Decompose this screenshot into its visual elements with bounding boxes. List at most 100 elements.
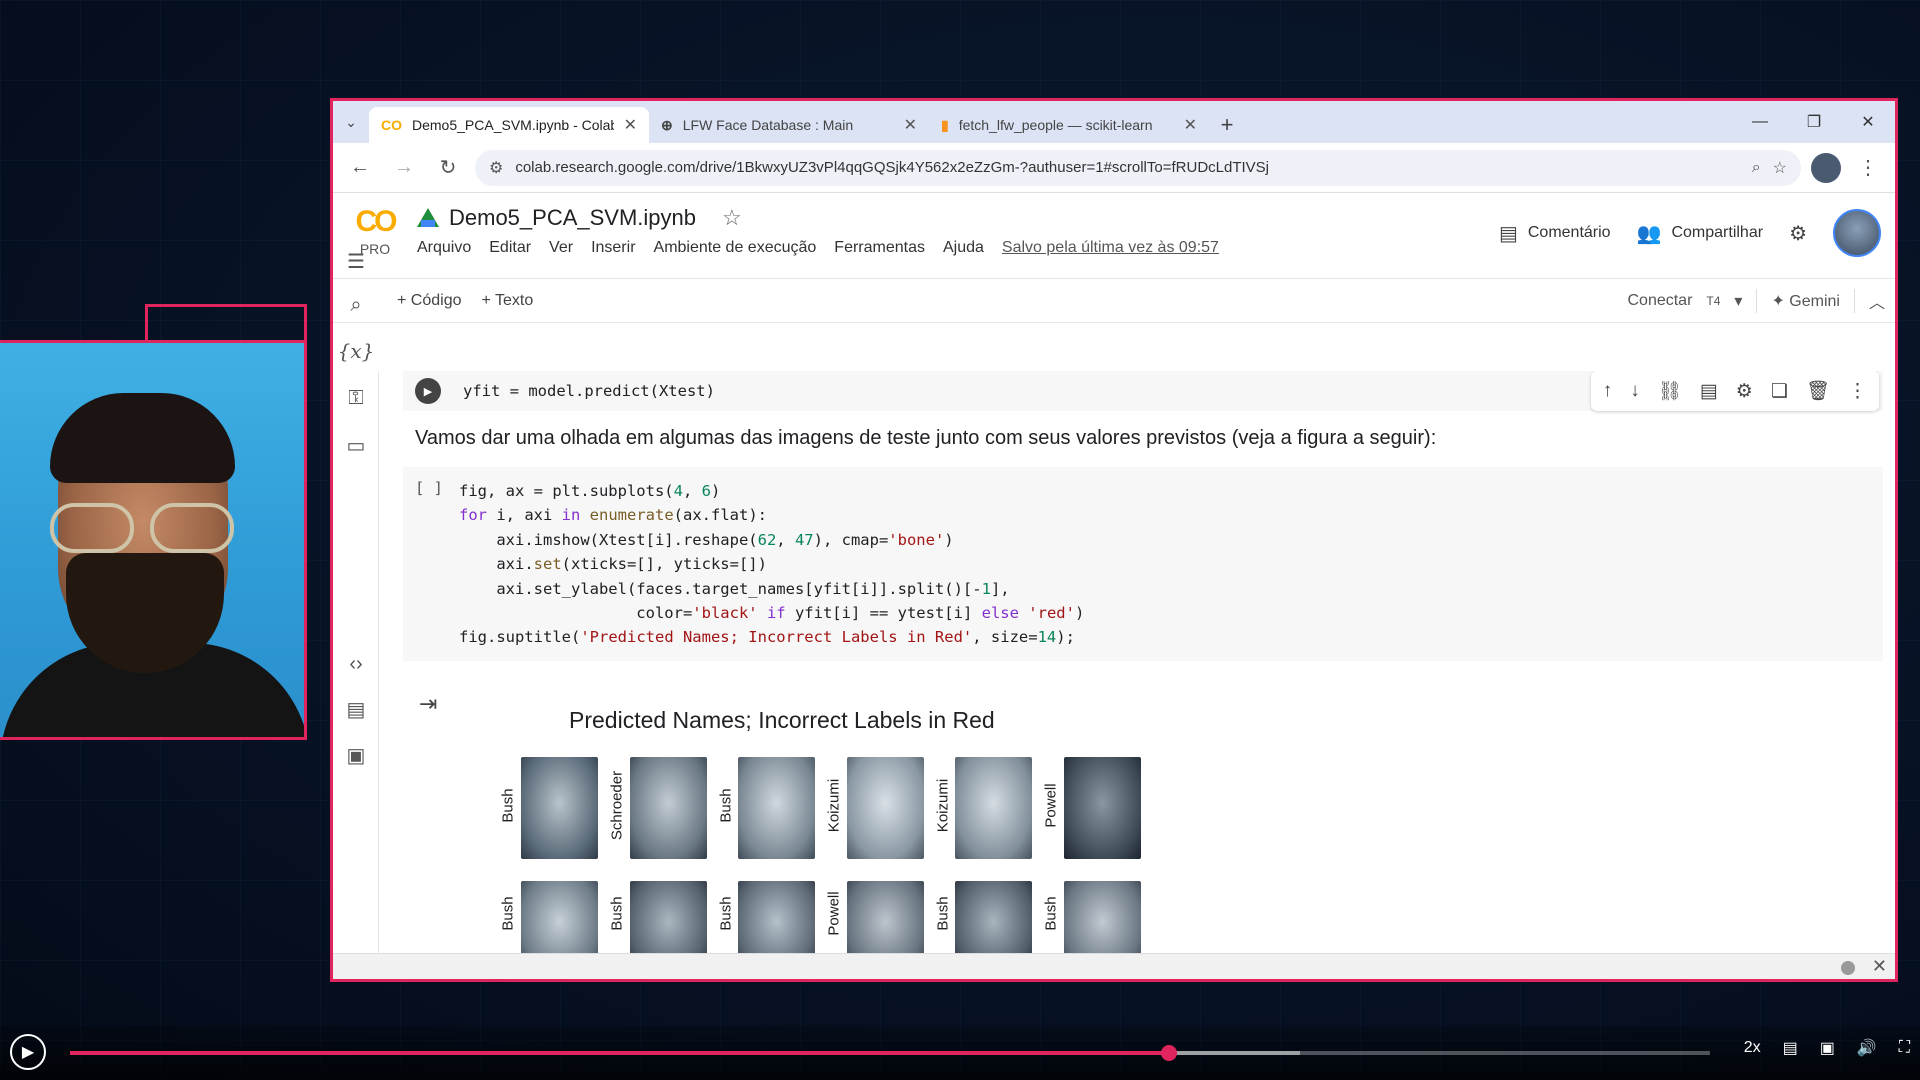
execution-count: [ ] — [415, 479, 443, 497]
settings-gear-icon[interactable]: ⚙ — [1789, 221, 1807, 246]
variables-icon[interactable]: {x} — [333, 339, 379, 363]
code-lines: fig, ax = plt.subplots(4, 6) for i, axi … — [459, 482, 1085, 647]
code-snippets-icon[interactable]: ‹› — [333, 653, 379, 676]
forward-arrow-icon[interactable]: → — [387, 151, 421, 185]
seek-bar[interactable] — [70, 1045, 1710, 1061]
colab-header: CO PRO Demo5_PCA_SVM.ipynb ☆ Arquivo Edi… — [333, 193, 1895, 279]
face-label: Koizumi — [825, 778, 843, 833]
close-tab-icon[interactable]: ✕ — [624, 115, 637, 135]
close-status-icon[interactable]: ✕ — [1872, 956, 1887, 977]
user-avatar[interactable] — [1833, 209, 1881, 257]
code-cell-plot[interactable]: [ ] fig, ax = plt.subplots(4, 6) for i, … — [403, 467, 1883, 661]
add-text-button[interactable]: + Texto — [482, 292, 534, 310]
last-saved-link[interactable]: Salvo pela última vez às 09:57 — [1002, 239, 1219, 257]
picture-in-picture-icon[interactable]: ▣ — [1820, 1038, 1835, 1058]
play-icon[interactable]: ▶ — [10, 1034, 46, 1070]
cell-settings-gear-icon[interactable]: ⚙ — [1736, 380, 1753, 403]
close-tab-icon[interactable]: ✕ — [1184, 115, 1197, 135]
add-code-button[interactable]: + Código — [397, 292, 462, 310]
browser-window: ⌄ CO Demo5_PCA_SVM.ipynb - Colab ✕ ⊕ LFW… — [330, 98, 1898, 982]
fullscreen-icon[interactable]: ⛶ — [1899, 1039, 1910, 1057]
browser-menu-icon[interactable]: ⋮ — [1851, 151, 1885, 185]
code-cell-predict[interactable]: ▶ yfit = model.predict(Xtest) ↑ ↓ ⛓ ▤ ⚙ … — [403, 371, 1883, 411]
face-label: Bush — [499, 896, 517, 931]
terminal-icon[interactable]: ▣ — [333, 743, 379, 768]
chevron-down-icon[interactable]: ▾ — [1734, 291, 1742, 311]
face-image — [847, 757, 924, 859]
site-settings-icon[interactable]: ⚙ — [489, 158, 503, 178]
face-label: Bush — [1042, 896, 1060, 931]
webcam-frame-accent — [145, 304, 307, 340]
playback-speed[interactable]: 2x — [1744, 1039, 1761, 1057]
command-palette-icon[interactable]: ▤ — [333, 697, 379, 722]
minimize-icon[interactable]: — — [1733, 101, 1787, 143]
table-of-contents-icon[interactable]: ☰ — [333, 249, 379, 274]
restore-icon[interactable]: ❐ — [1787, 101, 1841, 143]
close-tab-icon[interactable]: ✕ — [904, 115, 917, 135]
star-icon[interactable]: ☆ — [722, 205, 742, 231]
share-label: Compartilhar — [1671, 224, 1764, 241]
connect-button[interactable]: Conectar — [1627, 292, 1692, 310]
menu-ajuda[interactable]: Ajuda — [943, 239, 984, 257]
reload-icon[interactable]: ↻ — [431, 151, 465, 185]
move-up-arrow-icon[interactable]: ↑ — [1603, 380, 1613, 402]
header-actions: ▤ Comentário 👥 Compartilhar ⚙ — [1499, 209, 1881, 257]
secrets-key-icon[interactable]: ⚿ — [333, 387, 379, 410]
collapse-chevron-up-icon[interactable]: ︿ — [1869, 289, 1885, 313]
search-icon[interactable]: ⌕ — [333, 294, 379, 317]
menu-arquivo[interactable]: Arquivo — [417, 239, 471, 257]
bookmark-star-icon[interactable]: ☆ — [1773, 158, 1787, 178]
tab-title: LFW Face Database : Main — [682, 117, 854, 133]
face-label: Bush — [499, 788, 517, 823]
address-bar-row: ← → ↻ ⚙ colab.research.google.com/drive/… — [333, 143, 1895, 193]
face-label: Bush — [717, 896, 735, 931]
tab-title: fetch_lfw_people — scikit-learn — [958, 117, 1153, 133]
new-tab-button[interactable]: + — [1209, 107, 1245, 143]
url-bar[interactable]: ⚙ colab.research.google.com/drive/1Bkwxy… — [475, 149, 1801, 186]
tab-lfw[interactable]: ⊕ LFW Face Database : Main ✕ — [649, 107, 929, 143]
mirror-cell-icon[interactable]: ❏ — [1771, 380, 1788, 403]
link-icon[interactable]: ⛓ — [1658, 379, 1682, 403]
close-window-icon[interactable]: ✕ — [1841, 101, 1895, 143]
google-drive-icon[interactable] — [417, 208, 439, 228]
move-down-arrow-icon[interactable]: ↓ — [1630, 380, 1640, 402]
files-folder-icon[interactable]: ▭ — [333, 433, 379, 458]
status-dot-icon — [1841, 961, 1855, 975]
gemini-button[interactable]: ✦ Gemini — [1771, 291, 1840, 311]
delete-trash-icon[interactable]: 🗑 — [1806, 379, 1830, 403]
profile-avatar-icon[interactable] — [1811, 152, 1841, 183]
back-arrow-icon[interactable]: ← — [343, 151, 377, 185]
comment-button[interactable]: ▤ Comentário — [1499, 221, 1611, 246]
more-options-icon[interactable]: ⋮ — [1848, 380, 1867, 403]
people-icon: 👥 — [1636, 222, 1662, 245]
menu-inserir[interactable]: Inserir — [591, 239, 635, 257]
tab-title: Demo5_PCA_SVM.ipynb - Colab — [412, 117, 614, 133]
share-button[interactable]: 👥 Compartilhar — [1637, 221, 1764, 246]
captions-icon[interactable]: ▤ — [1783, 1038, 1798, 1058]
menu-editar[interactable]: Editar — [489, 239, 531, 257]
tab-colab[interactable]: CO Demo5_PCA_SVM.ipynb - Colab ✕ — [369, 107, 649, 143]
menu-ver[interactable]: Ver — [549, 239, 573, 257]
run-cell-play-icon[interactable]: ▶ — [415, 378, 441, 404]
markdown-cell[interactable]: Vamos dar uma olhada em algumas das imag… — [415, 427, 1436, 450]
menu-ambiente[interactable]: Ambiente de execução — [654, 239, 817, 257]
output-toggle-icon[interactable]: ⇥ — [419, 691, 437, 717]
face-label: Bush — [717, 788, 735, 823]
colab-icon: CO — [381, 117, 402, 133]
tab-search-chevron-icon[interactable]: ⌄ — [333, 101, 369, 143]
comment-icon: ▤ — [1498, 222, 1518, 245]
seek-handle[interactable] — [1160, 1045, 1177, 1061]
colab-logo-text: CO — [355, 205, 398, 238]
comment-icon[interactable]: ▤ — [1700, 380, 1718, 403]
face-label: Bush — [934, 896, 952, 931]
person-glasses — [50, 503, 240, 555]
zoom-icon[interactable]: ⌕ — [1752, 159, 1761, 177]
face-label: Powell — [825, 891, 843, 936]
figure-title: Predicted Names; Incorrect Labels in Red — [569, 707, 995, 733]
menu-ferramentas[interactable]: Ferramentas — [834, 239, 925, 257]
url-text: colab.research.google.com/drive/1BkwxyUZ… — [515, 159, 1270, 176]
volume-icon[interactable]: 🔊 — [1857, 1038, 1877, 1058]
notebook-title[interactable]: Demo5_PCA_SVM.ipynb — [449, 205, 696, 231]
tab-sklearn[interactable]: ▮ fetch_lfw_people — scikit-learn ✕ — [929, 107, 1209, 143]
face-image — [1064, 881, 1141, 953]
